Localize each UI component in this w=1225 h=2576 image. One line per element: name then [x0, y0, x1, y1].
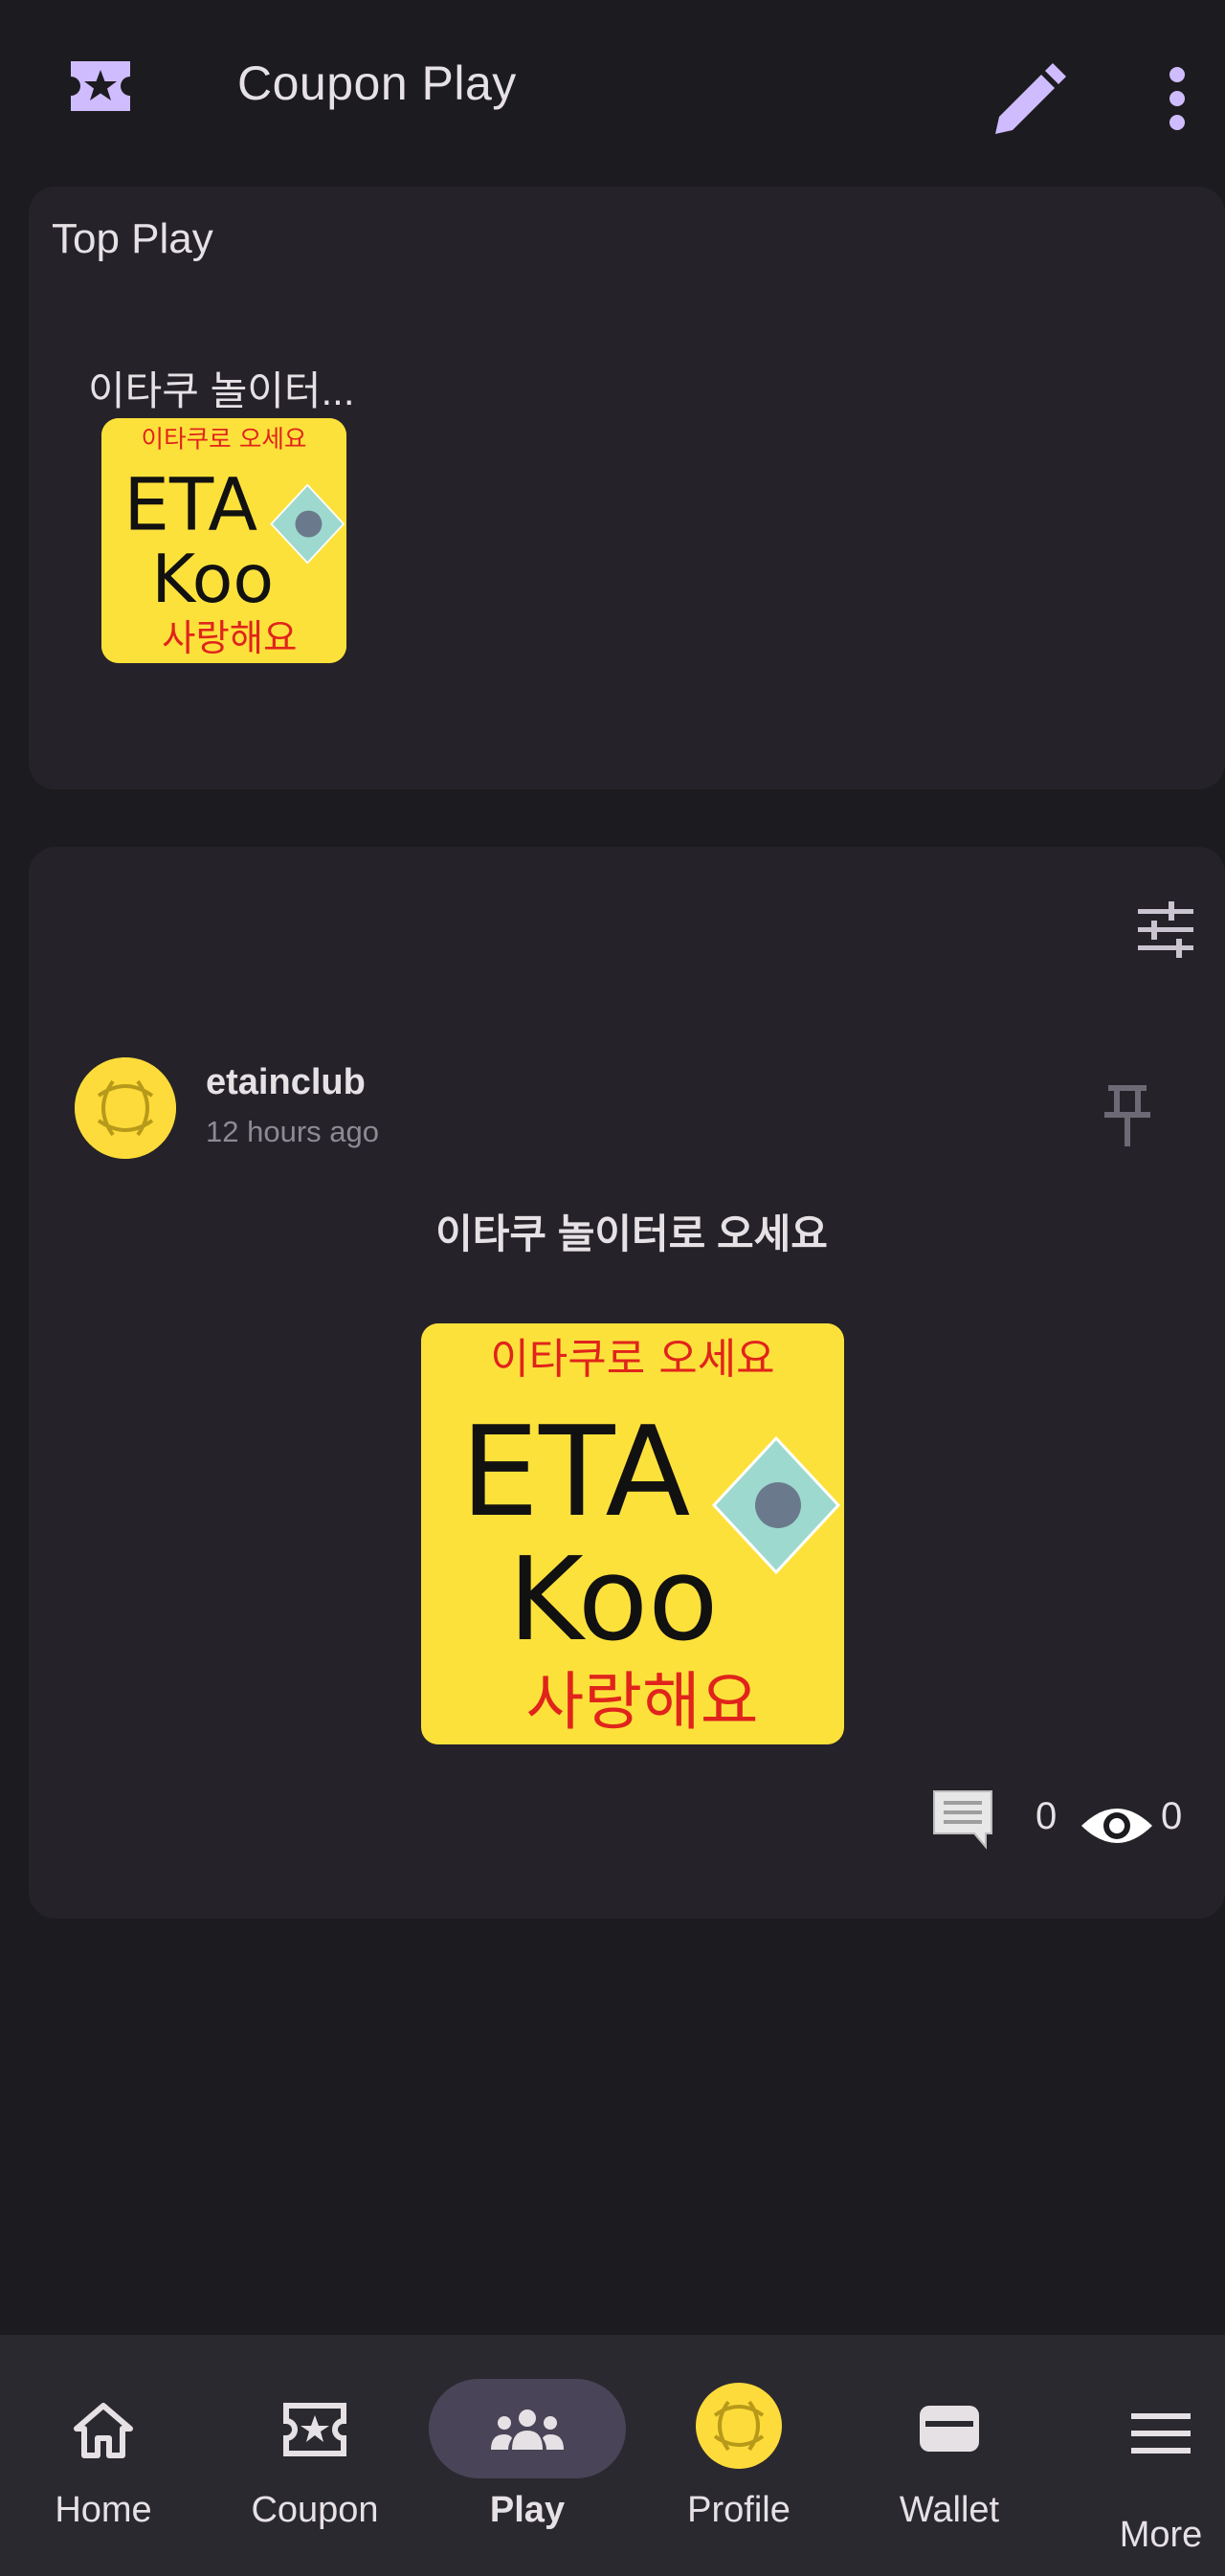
- coupon-icon: [283, 2403, 346, 2456]
- comment-count: 0: [1036, 1795, 1058, 1837]
- top-play-item-title[interactable]: 이타쿠 놀이터...: [88, 359, 375, 417]
- top-play-item-thumbnail[interactable]: 이타쿠로 오세요 ETA Koo 사랑해요: [101, 418, 346, 663]
- svg-text:사랑해요: 사랑해요: [526, 1665, 759, 1739]
- post-image[interactable]: 이타쿠로 오세요 ETA Koo 사랑해요: [421, 1323, 844, 1744]
- nav-profile-label: Profile: [687, 2490, 791, 2530]
- nav-play[interactable]: Play: [436, 2383, 618, 2565]
- top-play-heading: Top Play: [52, 215, 213, 262]
- author-name[interactable]: etainclub: [206, 1062, 366, 1103]
- wallet-icon: [920, 2406, 979, 2452]
- home-icon: [74, 2403, 133, 2458]
- view-count: 0: [1161, 1795, 1183, 1837]
- nav-home-label: Home: [55, 2490, 152, 2530]
- nav-profile[interactable]: Profile: [648, 2383, 830, 2565]
- filter-button[interactable]: [1134, 899, 1197, 959]
- svg-text:Koo: Koo: [508, 1534, 719, 1667]
- edit-button[interactable]: [986, 57, 1072, 144]
- svg-text:ETA: ETA: [460, 1399, 690, 1544]
- nav-coupon-label: Coupon: [251, 2490, 379, 2530]
- svg-text:사랑해요: 사랑해요: [162, 617, 297, 660]
- menu-icon: [1131, 2413, 1191, 2454]
- nav-wallet[interactable]: Wallet: [858, 2383, 1040, 2565]
- svg-text:이타쿠로 오세요: 이타쿠로 오세요: [142, 425, 307, 454]
- coupon-star-icon: [67, 57, 134, 115]
- pencil-icon: [995, 63, 1066, 134]
- tune-icon: [1138, 901, 1193, 958]
- comment-icon[interactable]: [930, 1788, 995, 1851]
- author-avatar[interactable]: [75, 1057, 176, 1159]
- nav-more-label: More: [1119, 2515, 1203, 2555]
- pin-button[interactable]: [1101, 1081, 1154, 1150]
- nav-wallet-label: Wallet: [899, 2490, 1000, 2530]
- svg-text:ETA: ETA: [123, 462, 257, 546]
- post-title[interactable]: 이타쿠 놀이터로 오세요: [0, 1202, 1225, 1260]
- avatar-logo: [75, 1057, 176, 1159]
- nav-coupon[interactable]: Coupon: [224, 2383, 406, 2565]
- eta-koo-artwork: 이타쿠로 오세요 ETA Koo 사랑해요: [101, 418, 346, 663]
- nav-play-label: Play: [489, 2490, 566, 2530]
- post-timestamp: 12 hours ago: [206, 1115, 379, 1148]
- more-options-button[interactable]: [1158, 65, 1196, 132]
- eye-icon: [1080, 1799, 1154, 1853]
- nav-home[interactable]: Home: [12, 2383, 194, 2565]
- group-icon: [491, 2409, 564, 2450]
- eta-koo-artwork: 이타쿠로 오세요 ETA Koo 사랑해요: [422, 1323, 843, 1744]
- pin-icon: [1104, 1085, 1150, 1146]
- page-title: Coupon Play: [237, 56, 517, 110]
- nav-more[interactable]: More: [1070, 2383, 1225, 2565]
- more-vert-icon: [1169, 67, 1185, 130]
- svg-text:이타쿠로 오세요: 이타쿠로 오세요: [490, 1335, 774, 1384]
- svg-text:Koo: Koo: [151, 541, 274, 618]
- profile-avatar: [696, 2383, 782, 2469]
